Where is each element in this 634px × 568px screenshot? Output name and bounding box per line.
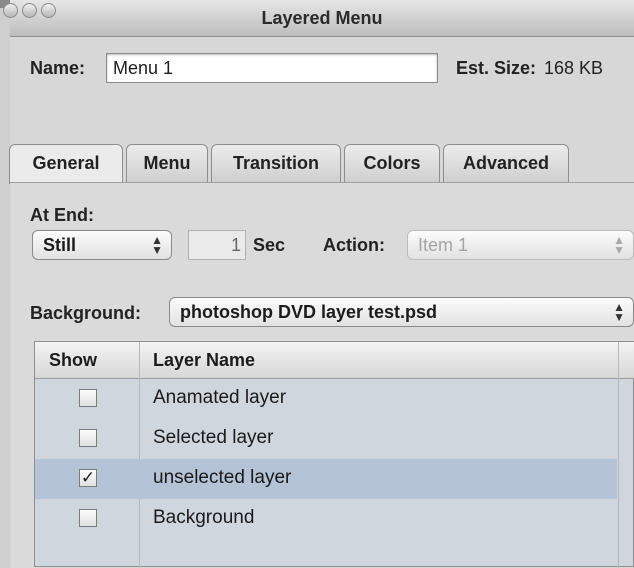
duration-unit: Sec [253,235,286,255]
at-end-popup[interactable]: Still ▲ ▼ [32,230,172,260]
layered-menu-window: Layered Menu Name: Menu 1 Est. Size: 168… [3,0,634,568]
name-field[interactable]: Menu 1 [106,53,438,83]
tab-menu[interactable]: Menu [126,144,208,182]
layer-name: Selected layer [153,427,274,448]
column-header-layer-name[interactable]: Layer Name [153,342,255,378]
show-checkbox[interactable]: ✓ [79,469,97,487]
at-end-value: Still [43,235,77,255]
layers-table: Show Layer Name Anamated layer Selected … [34,341,634,568]
background-label: Background: [30,303,142,323]
title-bar[interactable]: Layered Menu [3,0,634,37]
action-value: Item 1 [418,235,469,255]
table-row[interactable]: Anamated layer [35,379,617,419]
popup-arrows-icon: ▲ ▼ [613,300,625,324]
column-header-show[interactable]: Show [49,342,97,378]
tab-colors[interactable]: Colors [344,144,440,182]
layer-name: Background [153,507,255,528]
at-end-label: At End: [30,205,94,225]
layer-name: Anamated layer [153,387,287,408]
popup-arrows-icon: ▲ ▼ [613,233,625,257]
table-row[interactable]: Background [35,499,617,539]
layer-name: unselected layer [153,467,292,488]
action-label: Action: [323,235,385,255]
show-checkbox[interactable] [79,509,97,527]
est-size-value: 168 KB [544,58,604,78]
column-divider [618,342,619,568]
name-label: Name: [30,58,86,78]
show-checkbox[interactable] [79,389,97,407]
show-checkbox[interactable] [79,429,97,447]
background-value: photoshop DVD layer test.psd [180,302,438,322]
table-row[interactable]: Selected layer [35,419,617,459]
tab-advanced[interactable]: Advanced [443,144,569,182]
checkmark-icon: ✓ [80,468,96,487]
table-row[interactable]: ✓ unselected layer [35,459,617,499]
est-size-label: Est. Size: [456,58,537,78]
background-popup[interactable]: photoshop DVD layer test.psd ▲ ▼ [169,297,634,327]
table-header: Show Layer Name [35,342,634,379]
action-popup[interactable]: Item 1 ▲ ▼ [407,230,634,260]
duration-field[interactable]: 1 [188,230,246,260]
tab-general[interactable]: General [9,144,123,184]
window-title: Layered Menu [261,8,383,28]
tab-transition[interactable]: Transition [211,144,341,182]
popup-arrows-icon: ▲ ▼ [151,233,163,257]
